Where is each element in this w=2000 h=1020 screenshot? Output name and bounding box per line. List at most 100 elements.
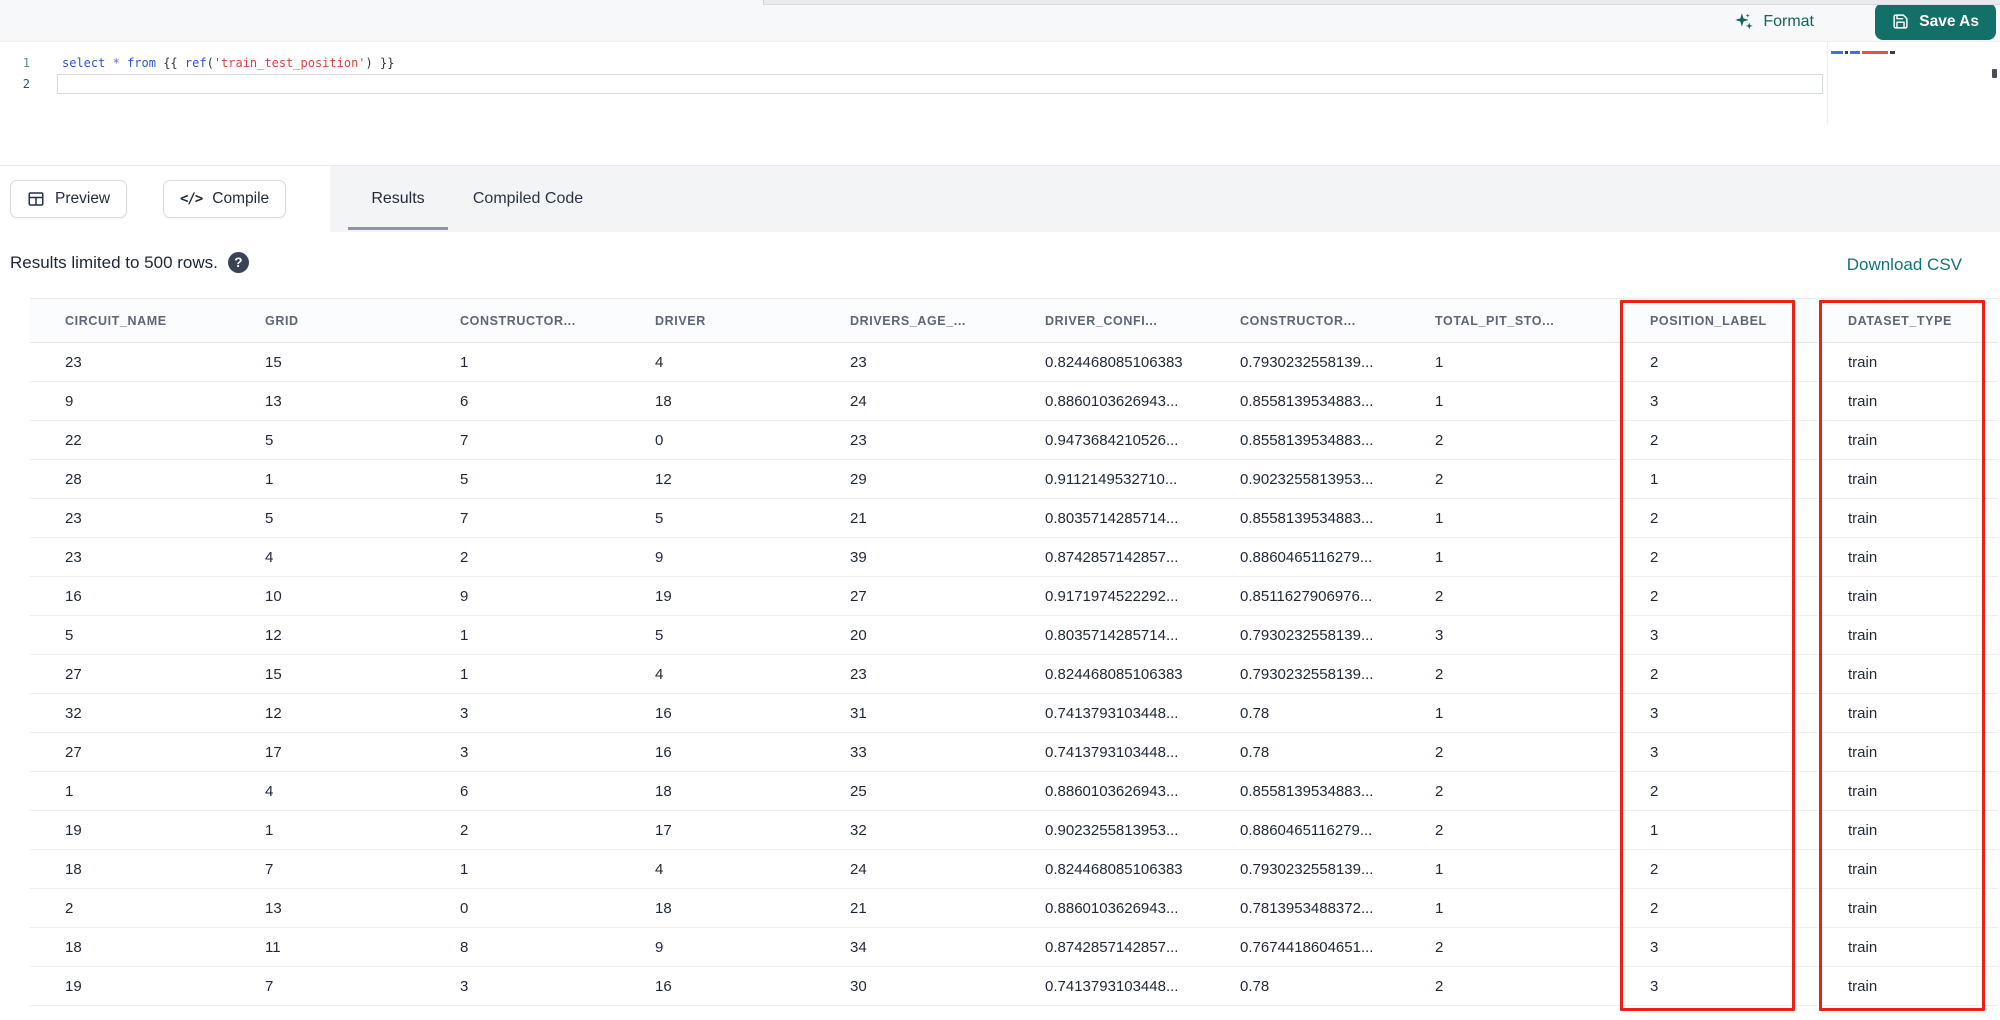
tab-compiled-code[interactable]: Compiled Code — [460, 166, 596, 232]
table-cell: 0.7413793103448... — [1045, 743, 1179, 761]
table-cell: 4 — [655, 353, 664, 371]
table-cell: 17 — [265, 743, 282, 761]
download-csv-link[interactable]: Download CSV — [1847, 255, 1962, 275]
table-cell: 1 — [1650, 470, 1659, 488]
table-cell: train — [1848, 470, 1878, 488]
table-cell: 0.8860465116279... — [1240, 548, 1373, 566]
table-cell: 2 — [1650, 587, 1659, 605]
table-cell: 3 — [1650, 743, 1659, 761]
column-header: DATASET_TYPE — [1848, 313, 1952, 328]
table-cell: 21 — [850, 509, 867, 527]
code-token-plain: ( — [206, 56, 214, 70]
table-cell: 33 — [850, 743, 867, 761]
table-cell: 4 — [265, 548, 274, 566]
code-token-plain: ) — [365, 56, 373, 70]
table-row: 19 7 3 16 30 0.7413793103448... 0.78 2 3 train — [30, 967, 1998, 1006]
table-row: 27 15 1 4 23 0.824468085106383 0.7930232558139… — [30, 655, 1998, 694]
line-number-2: 2 — [22, 77, 30, 91]
table-row: 18 7 1 4 24 0.824468085106383 0.7930232558139.… — [30, 850, 1998, 889]
table-cell: 1 — [1435, 860, 1444, 878]
table-cell: 9 — [65, 392, 74, 410]
table-cell: 3 — [1650, 392, 1659, 410]
table-cell: 18 — [65, 860, 82, 878]
table-cell: 5 — [265, 431, 274, 449]
code-token-function: ref — [184, 56, 207, 70]
compile-button[interactable]: </> Compile — [163, 180, 287, 218]
table-cell: 2 — [1650, 665, 1659, 683]
table-cell: 2 — [1650, 353, 1659, 371]
table-cell: 5 — [655, 626, 664, 644]
question-mark-icon[interactable]: ? — [227, 252, 249, 273]
table-cell: 30 — [850, 977, 867, 995]
table-cell: 5 — [655, 509, 664, 527]
table-cell: 32 — [65, 704, 82, 722]
table-cell: 9 — [655, 548, 664, 566]
table-cell: 0 — [460, 899, 469, 917]
table-cell: 17 — [655, 821, 672, 839]
table-cell: train — [1848, 704, 1878, 722]
table-cell: 27 — [65, 743, 82, 761]
table-cell: 2 — [1435, 977, 1444, 995]
preview-button[interactable]: Preview — [10, 180, 128, 218]
column-header: CIRCUIT_NAME — [65, 313, 167, 328]
table-cell: 2 — [1435, 470, 1444, 488]
table-cell: 0.824468085106383 — [1045, 665, 1183, 683]
table-cell: 23 — [850, 353, 867, 371]
table-row: 1 4 6 18 25 0.8860103626943... 0.8558139534883… — [30, 772, 1998, 811]
table-cell: 28 — [65, 470, 82, 488]
table-cell: train — [1848, 977, 1878, 995]
table-cell: 13 — [265, 899, 282, 917]
table-cell: 15 — [265, 665, 282, 683]
table-cell: 5 — [265, 509, 274, 527]
editor-minimap[interactable] — [1827, 42, 2000, 124]
table-cell: 9 — [460, 587, 469, 605]
table-row: 28 1 5 12 29 0.9112149532710... 0.902325581395… — [30, 460, 1998, 499]
table-cell: 0.7413793103448... — [1045, 977, 1179, 995]
code-brackets-icon: </> — [180, 191, 203, 207]
column-header: TOTAL_PIT_STO... — [1435, 313, 1555, 328]
table-cell: 25 — [850, 782, 867, 800]
table-cell: 10 — [265, 587, 282, 605]
table-cell: 23 — [65, 509, 82, 527]
table-cell: 13 — [265, 392, 282, 410]
table-cell: 4 — [265, 782, 274, 800]
table-cell: 7 — [460, 509, 469, 527]
format-button[interactable]: Format — [1734, 9, 1814, 35]
table-cell: 24 — [850, 392, 867, 410]
code-token-keyword: from — [127, 56, 156, 70]
minimap-code-line — [1831, 51, 1895, 54]
table-cell: 32 — [850, 821, 867, 839]
results-info-bar: Results limited to 500 rows. ? Download … — [0, 232, 2000, 298]
table-cell: 2 — [1650, 431, 1659, 449]
code-token-operator: * — [112, 56, 120, 70]
table-cell: 7 — [265, 860, 274, 878]
table-cell: 2 — [1435, 431, 1444, 449]
table-row: 23 15 1 4 23 0.824468085106383 0.7930232558139… — [30, 343, 1998, 382]
table-cell: 19 — [65, 977, 82, 995]
table-cell: 23 — [850, 665, 867, 683]
table-cell: train — [1848, 626, 1878, 644]
save-as-button[interactable]: Save As — [1875, 3, 1996, 40]
table-cell: 0.8558139534883... — [1240, 782, 1374, 800]
table-cell: 0.9023255813953... — [1240, 470, 1374, 488]
tab-results[interactable]: Results — [348, 166, 448, 232]
table-cell: 0.8558139534883... — [1240, 509, 1374, 527]
results-panel-header: Preview </> Compile Results Compiled Cod… — [0, 165, 2000, 232]
table-cell: 18 — [655, 899, 672, 917]
table-cell: 2 — [1435, 665, 1444, 683]
table-cell: 1 — [265, 470, 274, 488]
sql-code-editor[interactable]: 1 2 select * from {{ ref('train_test_pos… — [0, 42, 2000, 165]
active-line-highlight[interactable] — [57, 74, 1823, 94]
code-line[interactable]: select * from {{ ref('train_test_positio… — [62, 55, 394, 71]
preview-button-label: Preview — [55, 190, 111, 207]
code-token-keyword: select — [62, 56, 106, 70]
table-cell: 4 — [655, 860, 664, 878]
table-row: 27 17 3 16 33 0.7413793103448... 0.78 2 3 train — [30, 733, 1998, 772]
table-cell: 1 — [1435, 899, 1444, 917]
scrollbar-thumb[interactable] — [1992, 69, 1997, 78]
table-cell: 0.824468085106383 — [1045, 860, 1183, 878]
table-cell: 0.78 — [1240, 704, 1270, 722]
table-cell: 31 — [850, 704, 867, 722]
